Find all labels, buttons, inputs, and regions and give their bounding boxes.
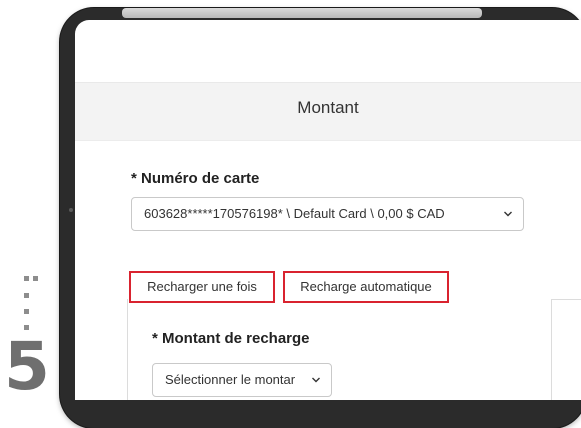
tab-recharge-once[interactable]: Recharger une fois [129, 271, 275, 303]
tablet-camera [69, 208, 73, 212]
step-indicator-dots [24, 276, 38, 332]
chevron-down-icon [504, 211, 512, 217]
tablet-screen: Montant * Numéro de carte 603628*****170… [75, 20, 581, 400]
recharge-panel: * Montant de recharge Sélectionner le mo… [127, 299, 552, 400]
tablet-top-edge [122, 8, 482, 18]
section-header: Montant [75, 82, 581, 141]
step-number: 5 [4, 328, 50, 405]
recharge-amount-label: * Montant de recharge [152, 330, 310, 347]
section-title: Montant [297, 98, 359, 117]
card-number-select[interactable]: 603628*****170576198* \ Default Card \ 0… [131, 197, 524, 231]
recharge-amount-selected-value: Sélectionner le montar [165, 372, 296, 387]
card-number-selected-value: 603628*****170576198* \ Default Card \ 0… [144, 206, 445, 221]
chevron-down-icon [312, 377, 320, 383]
card-number-label: * Numéro de carte [131, 170, 260, 187]
tab-auto-recharge[interactable]: Recharge automatique [283, 271, 449, 303]
recharge-amount-select[interactable]: Sélectionner le montar [152, 363, 332, 397]
